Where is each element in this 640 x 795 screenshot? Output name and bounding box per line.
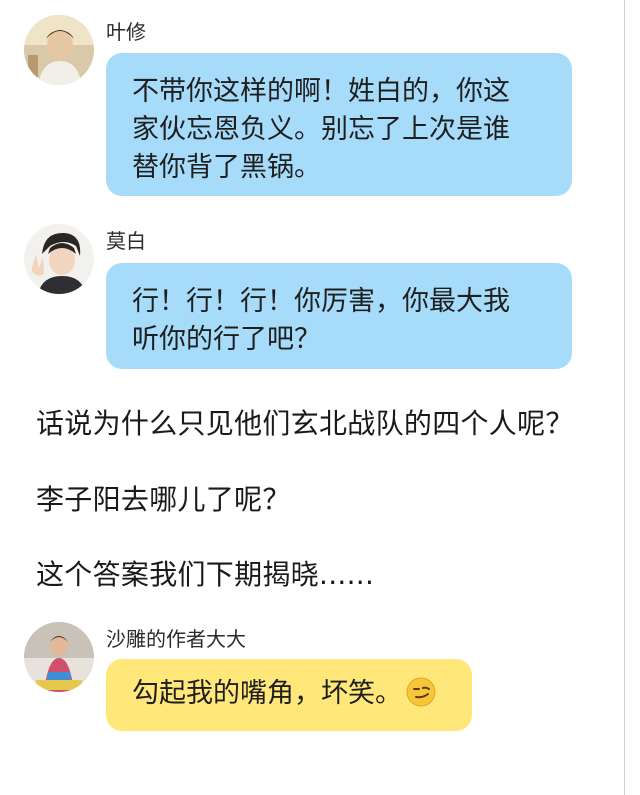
message-line: 不带你这样的啊！姓白的，你这: [132, 76, 510, 107]
smirk-emoji-icon: [406, 677, 436, 707]
avatar-author[interactable]: [24, 622, 94, 692]
message-bubble[interactable]: 行！行！行！你厉害，你最大我 听你的行了吧？: [106, 263, 572, 369]
narration-line: 这个答案我们下期揭晓......: [36, 558, 375, 591]
right-border: [624, 0, 625, 795]
message-line: 家伙忘恩负义。别忘了上次是谁: [132, 114, 510, 145]
avatar-yexiu[interactable]: [24, 15, 94, 85]
narration-line: 李子阳去哪儿了呢？: [36, 483, 291, 516]
message-line: 勾起我的嘴角，坏笑。: [132, 678, 402, 709]
sender-name: 莫白: [106, 229, 146, 253]
sender-name: 叶修: [106, 20, 146, 44]
narration-line: 话说为什么只见他们玄北战队的四个人呢？: [36, 407, 574, 440]
message-line: 听你的行了吧？: [132, 324, 321, 355]
sender-name: 沙雕的作者大大: [106, 627, 246, 651]
message-bubble[interactable]: 不带你这样的啊！姓白的，你这 家伙忘恩负义。别忘了上次是谁 替你背了黑锅。: [106, 53, 572, 196]
avatar-mobai[interactable]: [24, 224, 94, 294]
message-line: 行！行！行！你厉害，你最大我: [132, 286, 510, 317]
message-line: 替你背了黑锅。: [132, 152, 321, 183]
message-bubble[interactable]: 勾起我的嘴角，坏笑。: [106, 659, 472, 731]
